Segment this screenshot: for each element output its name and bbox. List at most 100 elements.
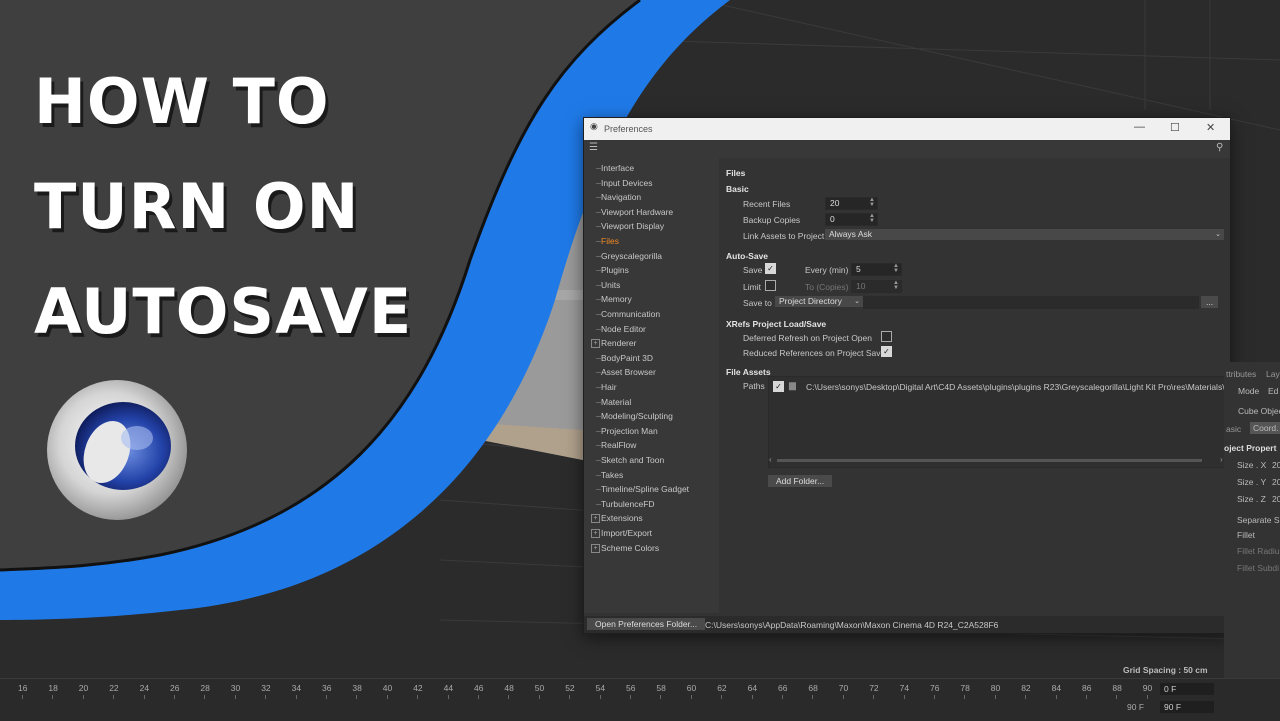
tree-item-bodypaint-3d[interactable]: BodyPaint 3D	[601, 353, 653, 363]
tree-item-communication[interactable]: Communication	[601, 309, 660, 319]
recent-files-field[interactable]: 20 ▲ ▼	[825, 197, 878, 210]
hamburger-menu-icon[interactable]: ☰	[589, 142, 598, 153]
to-copies-field[interactable]: 10 ▲ ▼	[851, 280, 902, 293]
timeline-tick-mark	[234, 695, 236, 699]
tree-item-takes[interactable]: Takes	[601, 470, 623, 480]
tree-item-projection-man[interactable]: Projection Man	[601, 426, 658, 436]
autosave-save-checkbox[interactable]: ✓	[765, 263, 776, 274]
horizontal-scrollbar[interactable]	[777, 459, 1202, 462]
attributes-panel: ttributes Lay Mode Ed Cube Objec asic Co…	[1224, 362, 1280, 680]
timeline-tick: 44	[443, 683, 454, 693]
tree-item-input-devices[interactable]: Input Devices	[601, 178, 653, 188]
path-checkbox[interactable]: ✓	[773, 381, 784, 392]
section-heading-file-assets: File Assets	[726, 367, 771, 377]
tree-item-import-export[interactable]: Import/Export	[601, 528, 652, 538]
tree-item-files[interactable]: Files	[601, 236, 619, 246]
close-icon[interactable]: ✕	[1206, 121, 1215, 134]
size-z-value[interactable]: 20	[1272, 494, 1280, 504]
save-to-path-field[interactable]	[863, 296, 1199, 309]
asset-path-item[interactable]: C:\Users\sonys\Desktop\Digital Art\C4D A…	[806, 382, 1224, 392]
timeline-tick: 68	[808, 683, 818, 693]
tree-item-interface[interactable]: Interface	[601, 163, 634, 173]
backup-copies-label: Backup Copies	[743, 215, 801, 225]
size-x-value[interactable]: 20	[1272, 460, 1280, 470]
timeline-tick: 52	[565, 683, 575, 693]
files-settings-panel: Files Basic Recent Files 20 ▲ ▼ Backup Cop…	[719, 158, 1230, 613]
scroll-right-icon[interactable]: ›	[1220, 455, 1223, 464]
window-titlebar[interactable]: ◉ Preferences — ☐ ✕	[584, 118, 1230, 140]
size-x-label: Size . X	[1237, 460, 1267, 470]
tree-item-units[interactable]: Units	[601, 280, 620, 290]
timeline-tick: 70	[838, 683, 849, 693]
timeline-tick: 84	[1051, 683, 1062, 693]
stepper-icon[interactable]: ▲ ▼	[869, 213, 875, 224]
timeline-tick-mark	[204, 695, 206, 699]
tree-item-asset-browser[interactable]: Asset Browser	[601, 367, 656, 377]
tree-item-hair[interactable]: Hair	[601, 382, 617, 392]
current-frame-field[interactable]: 0 F	[1160, 683, 1214, 695]
every-min-field[interactable]: 5 ▲ ▼	[851, 263, 902, 276]
grid-spacing-readout: Grid Spacing : 50 cm	[1123, 665, 1208, 675]
search-icon[interactable]: ⚲	[1216, 142, 1223, 153]
stepper-icon[interactable]: ▲ ▼	[869, 197, 875, 208]
timeline-tick-mark	[113, 695, 115, 699]
backup-copies-field[interactable]: 0 ▲ ▼	[825, 213, 878, 226]
add-folder-button[interactable]: Add Folder...	[768, 475, 833, 487]
chevron-down-icon: ⌄	[854, 298, 860, 305]
tree-item-renderer[interactable]: Renderer	[601, 338, 636, 348]
tree-item-scheme-colors[interactable]: Scheme Colors	[601, 543, 659, 553]
section-heading-xrefs: XRefs Project Load/Save	[726, 319, 827, 329]
browse-button[interactable]: ...	[1201, 296, 1219, 308]
reduced-references-checkbox[interactable]: ✓	[881, 346, 892, 357]
tree-item-greyscalegorilla[interactable]: Greyscalegorilla	[601, 251, 662, 261]
tree-item-timeline-spline-gadget[interactable]: Timeline/Spline Gadget	[601, 484, 689, 494]
stepper-icon[interactable]: ▲ ▼	[893, 263, 899, 274]
deferred-refresh-checkbox[interactable]	[881, 331, 892, 342]
open-preferences-folder-button[interactable]: Open Preferences Folder...	[587, 618, 706, 630]
basic-tab[interactable]: asic	[1226, 424, 1241, 434]
tree-item-viewport-hardware[interactable]: Viewport Hardware	[601, 207, 673, 217]
expand-icon[interactable]: +	[591, 543, 600, 553]
tree-item-viewport-display[interactable]: Viewport Display	[601, 221, 664, 231]
layers-tab[interactable]: Lay	[1266, 369, 1280, 379]
timeline-tick: 54	[595, 683, 606, 693]
timeline-tick-mark	[599, 695, 601, 699]
timeline-tick: 88	[1112, 683, 1122, 693]
minimize-icon[interactable]: —	[1134, 121, 1145, 133]
tree-item-material[interactable]: Material	[601, 397, 631, 407]
timeline-tick-mark	[22, 695, 23, 699]
save-to-dropdown[interactable]: Project Directory ⌄	[775, 296, 863, 307]
timeline-tick: 20	[78, 683, 89, 693]
maximize-icon[interactable]: ☐	[1170, 121, 1180, 134]
reduced-references-label: Reduced References on Project Save	[743, 348, 886, 358]
timeline-tick-mark	[508, 695, 510, 699]
link-assets-dropdown[interactable]: Always Ask ⌄	[825, 229, 1224, 240]
tree-item-navigation[interactable]: Navigation	[601, 192, 641, 202]
end-frame-field[interactable]: 90 F	[1160, 701, 1214, 713]
mode-menu[interactable]: Mode	[1238, 386, 1259, 396]
expand-icon[interactable]: +	[591, 529, 600, 538]
edit-menu[interactable]: Ed	[1268, 386, 1278, 396]
object-name: Cube Objec	[1238, 406, 1280, 416]
timeline-tick: 90	[1142, 683, 1153, 693]
tree-item-sketch-and-toon[interactable]: Sketch and Toon	[601, 455, 664, 465]
attributes-tab[interactable]: ttributes	[1226, 369, 1256, 379]
tree-item-plugins[interactable]: Plugins	[601, 265, 629, 275]
stepper-icon[interactable]: ▲ ▼	[893, 280, 899, 291]
expand-icon[interactable]: +	[591, 514, 600, 524]
timeline-tick: 32	[261, 683, 271, 693]
autosave-save-label: Save	[743, 265, 763, 275]
timeline-ruler[interactable]: 16 18 20 22 24 26 28 30 32 34 36 38 40 42 44 46 48 50 52 54…	[0, 678, 1280, 721]
scroll-left-icon[interactable]: ‹	[769, 455, 772, 464]
coord-tab[interactable]: Coord.	[1250, 422, 1280, 434]
paths-list[interactable]: ✓ ▆ C:\Users\sonys\Desktop\Digital Art\C…	[768, 376, 1228, 468]
size-y-value[interactable]: 20	[1272, 477, 1280, 487]
tree-item-realflow[interactable]: RealFlow	[601, 440, 636, 450]
expand-icon[interactable]: +	[591, 339, 600, 349]
tree-item-modeling-sculpting[interactable]: Modeling/Sculpting	[601, 411, 673, 421]
limit-checkbox[interactable]	[765, 280, 776, 291]
tree-item-turbulencefd[interactable]: TurbulenceFD	[601, 499, 655, 509]
tree-item-node-editor[interactable]: Node Editor	[601, 324, 646, 334]
tree-item-extensions[interactable]: Extensions	[601, 513, 643, 523]
tree-item-memory[interactable]: Memory	[601, 294, 632, 304]
